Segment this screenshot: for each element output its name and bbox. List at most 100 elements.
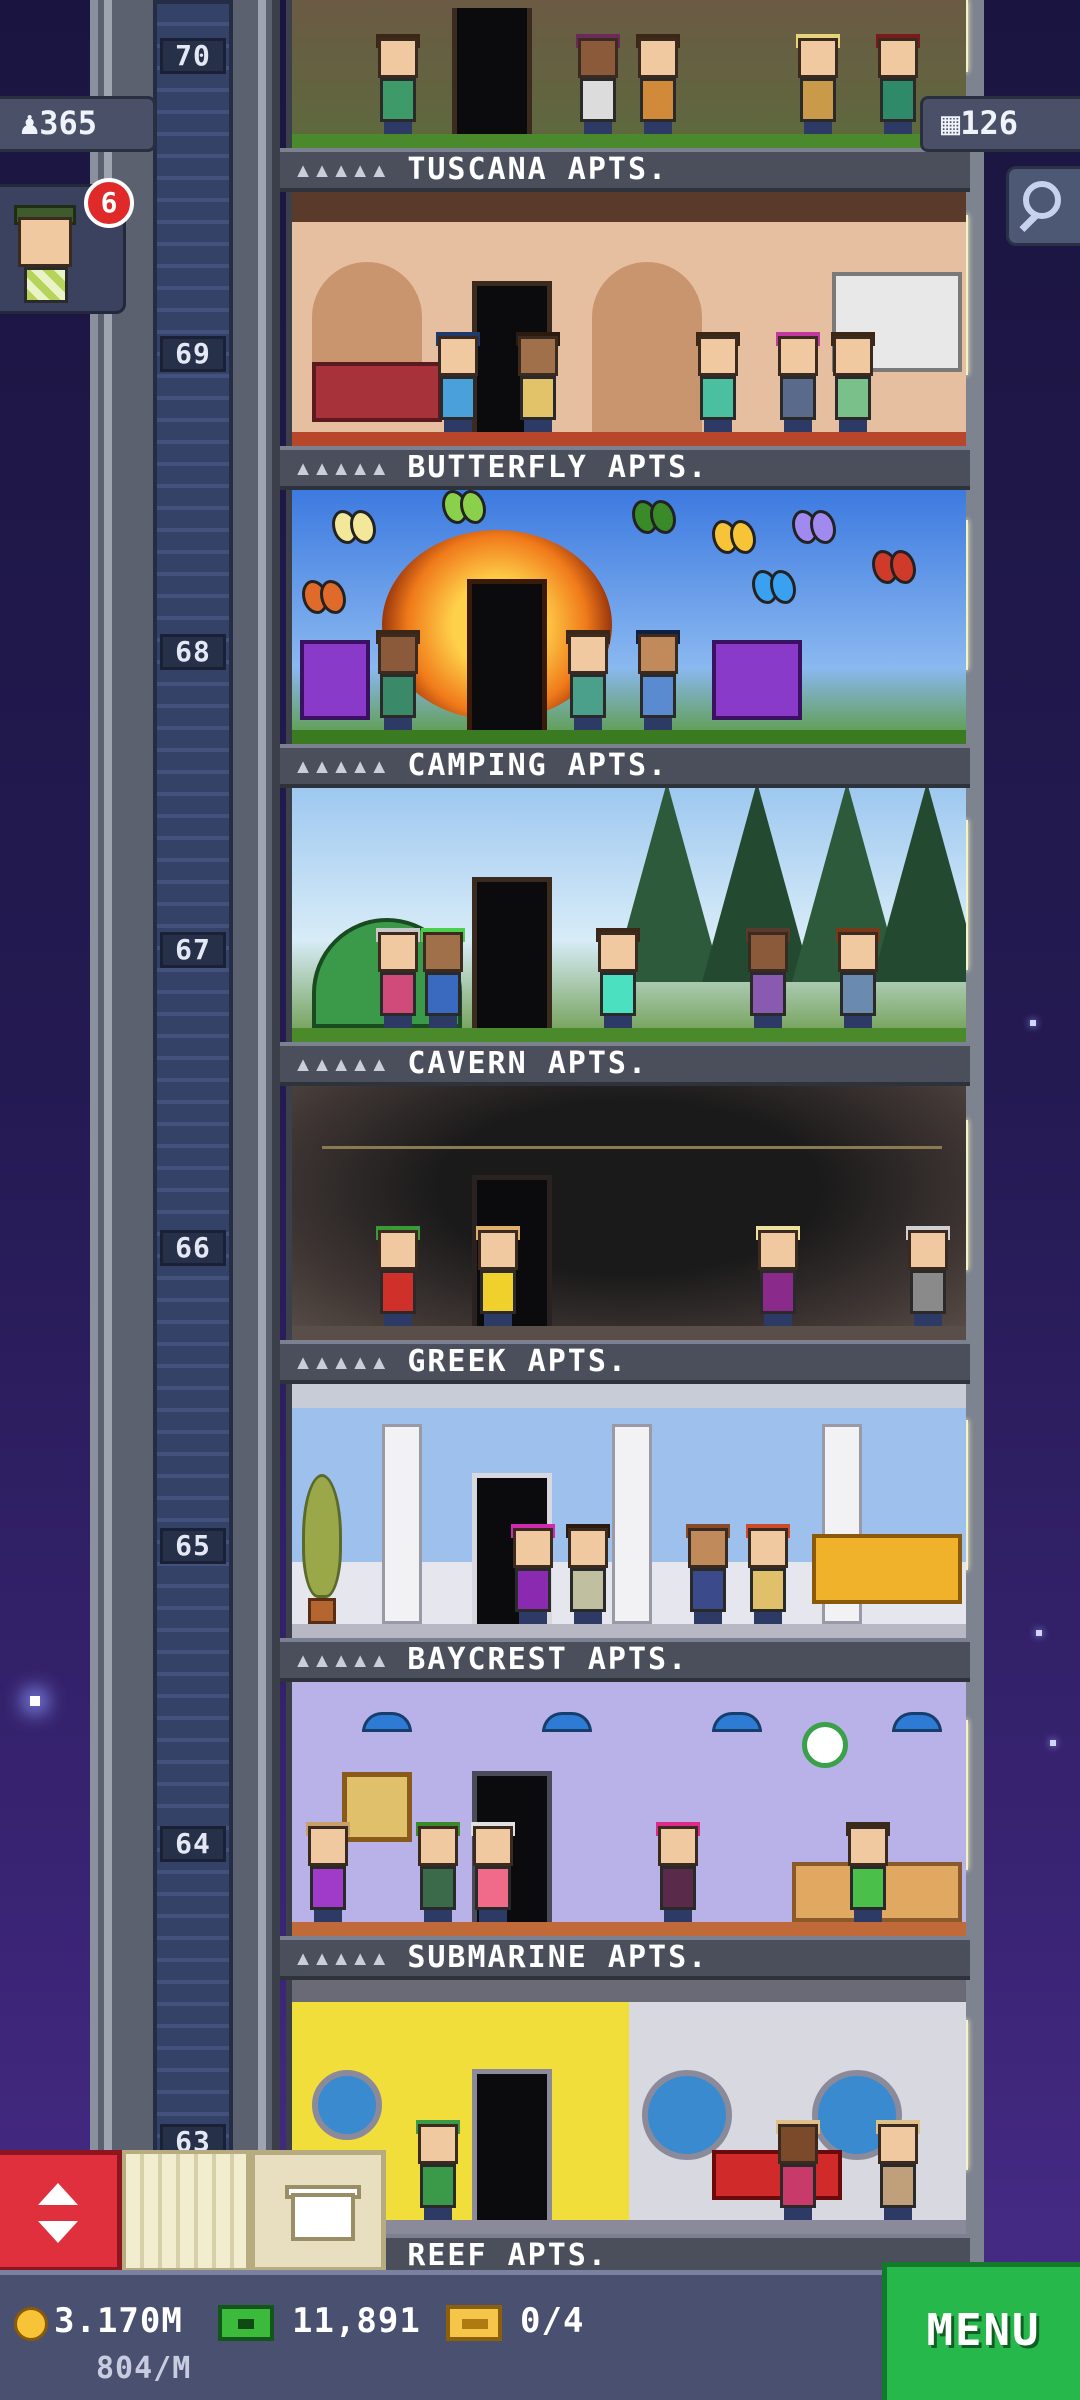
resident [467,1822,519,1922]
resident [742,1524,794,1624]
ceiling-lamp [712,1712,762,1732]
resident [692,332,744,432]
resident [572,34,624,134]
room-butterfly[interactable] [286,490,966,744]
room-floor [292,1326,966,1340]
ceiling-lamp [362,1712,412,1732]
room-floor [292,1922,966,1936]
resident [562,1524,614,1624]
elevator-button[interactable] [0,2150,122,2272]
star [1036,1630,1042,1636]
floor-name: GREEK APTS. [407,1344,628,1379]
resident [682,1524,734,1624]
elevator-shaft[interactable]: 70 69 68 67 66 65 64 63 [90,0,280,2270]
floor-name: REEF APTS. [407,2238,608,2273]
floor-name-banner[interactable]: ▴▴▴▴▴ SUBMARINE APTS. [280,1936,970,1980]
room-cavern[interactable] [286,1086,966,1340]
resident [507,1524,559,1624]
room-greek[interactable] [286,1384,966,1638]
butterfly [792,510,836,544]
ceiling-lamp [892,1712,942,1732]
string-lights [322,1146,942,1149]
floor-count-badge[interactable]: ▦126 [920,96,1080,152]
room-submarine[interactable] [286,1980,966,2234]
ceiling-beam [292,192,966,222]
shaft-rail [258,0,266,2270]
person-icon: ♟ [20,104,40,142]
star [30,1696,40,1706]
bux-icon [218,2305,274,2341]
room-door [472,2069,552,2234]
resident [872,34,924,134]
butterfly [752,570,796,604]
population-count: 365 [39,104,98,142]
menu-button[interactable]: MENU [882,2262,1080,2400]
resident [902,1226,954,1326]
floor-name-banner[interactable]: ▴▴▴▴▴ GREEK APTS. [280,1340,970,1384]
butterfly [302,580,346,614]
pipe [292,1980,966,2002]
ticket-icon [446,2305,502,2341]
resident [562,630,614,730]
shaft-rail [104,0,112,2270]
resident [372,1226,424,1326]
floor-name: CAMPING APTS. [407,748,669,783]
population-badge[interactable]: ♟365 [0,96,156,152]
sofa [812,1534,962,1604]
rating-icon: ▴▴▴▴▴ [294,1046,390,1081]
pine-tree [872,788,966,982]
floor-count: 126 [960,104,1019,142]
resident [472,1226,524,1326]
resident [592,928,644,1028]
floor-name-banner[interactable]: ▴▴▴▴▴ TUSCANA APTS. [280,148,970,192]
room-floor [292,730,966,744]
down-arrow-icon [38,2221,78,2243]
resident [872,2120,924,2220]
floor-name-banner[interactable]: ▴▴▴▴▴ BUTTERFLY APTS. [280,446,970,490]
potted-plant [302,1474,342,1624]
rating-icon: ▴▴▴▴▴ [294,748,390,783]
resident [412,2120,464,2220]
coin-rate: 804/M [96,2351,192,2386]
wall-clock [802,1722,848,1768]
room-floor-70[interactable] [286,0,966,148]
resident [752,1226,804,1326]
floor-scroll-strip[interactable] [122,2150,250,2272]
floor-name: BUTTERFLY APTS. [407,450,709,485]
notification-badge[interactable]: 6 [84,178,134,228]
resident [792,34,844,134]
floor-number: 67 [160,932,226,968]
floor-name: TUSCANA APTS. [407,152,669,187]
room-camping[interactable] [286,788,966,1042]
chair [300,640,370,720]
search-button[interactable] [1006,166,1080,246]
magnifier-handle [1019,212,1039,233]
ticket-count: 0/4 [520,2301,585,2341]
floor-name-banner[interactable]: ▴▴▴▴▴ CAMPING APTS. [280,744,970,788]
box-icon [291,2193,355,2241]
coin-count: 3.170M [54,2301,183,2341]
butterfly [712,520,756,554]
column [382,1424,422,1624]
floor-number: 68 [160,634,226,670]
room-door [467,579,547,744]
floor-number: 70 [160,38,226,74]
resident [412,1822,464,1922]
floor-name: BAYCREST APTS. [407,1642,689,1677]
room-tuscana[interactable] [286,192,966,446]
room-door [452,8,532,148]
resident [742,928,794,1028]
floor-name-banner[interactable]: ▴▴▴▴▴ BAYCREST APTS. [280,1638,970,1682]
rating-icon: ▴▴▴▴▴ [294,152,390,187]
resident [832,928,884,1028]
coin-icon [14,2307,48,2341]
resident [432,332,484,432]
butterfly [442,490,486,524]
butterfly [872,550,916,584]
build-floor-button[interactable] [250,2150,386,2272]
floor-name-banner[interactable]: ▴▴▴▴▴ CAVERN APTS. [280,1042,970,1086]
resident [372,630,424,730]
room-floor [292,432,966,446]
building-icon: ▦ [941,104,961,142]
room-baycrest[interactable] [286,1682,966,1936]
